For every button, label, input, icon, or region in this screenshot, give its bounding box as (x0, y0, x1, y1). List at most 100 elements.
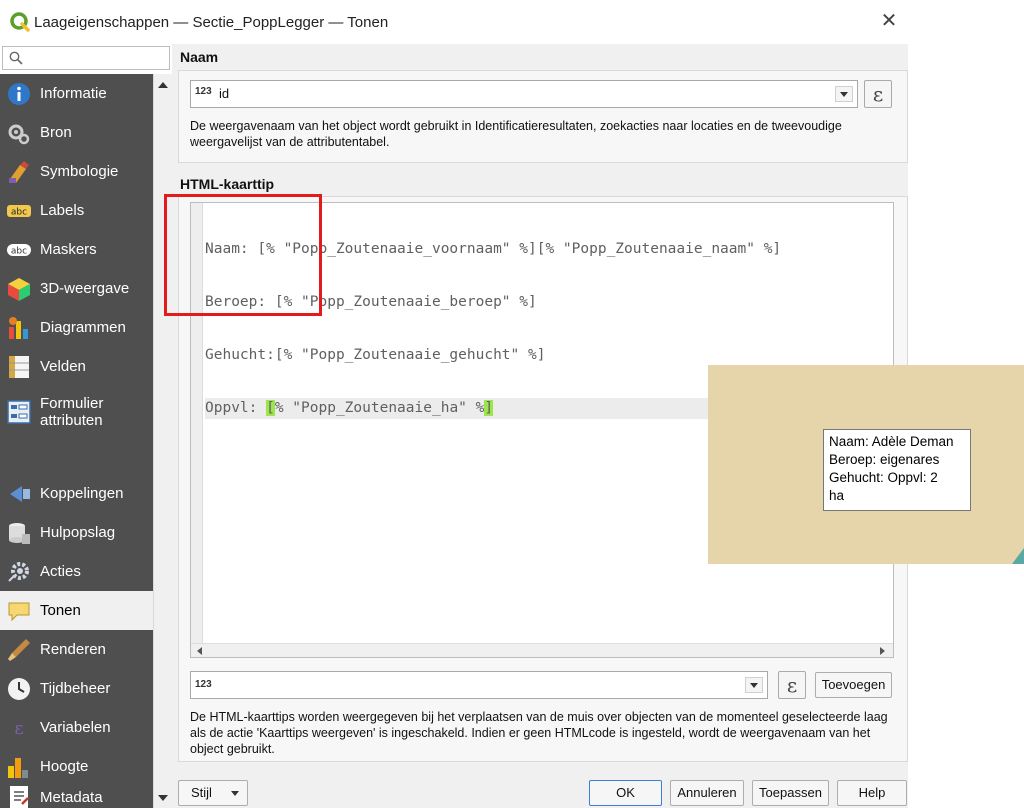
ok-button[interactable]: OK (589, 780, 662, 806)
html-expression-button[interactable]: ε (778, 671, 806, 699)
close-icon[interactable]: ✕ (878, 10, 900, 32)
sidebar: Informatie Bron Symbologie abc Labels ab… (0, 44, 172, 808)
labels-icon: abc (7, 204, 31, 217)
sidebar-item-label: Formulier attributen (40, 395, 104, 429)
elevation-icon (8, 757, 28, 778)
display-name-value: id (219, 86, 230, 101)
sidebar-item-metadata[interactable]: Metadata (0, 786, 153, 808)
window-title: Laageigenschappen — Sectie_PoppLegger — … (34, 14, 389, 31)
sidebar-item-3d-weergave[interactable]: 3D-weergave (0, 269, 153, 308)
sidebar-item-renderen[interactable]: Renderen (0, 630, 153, 669)
tooltip-line: Naam: Adèle Deman (829, 434, 954, 449)
sidebar-item-label: Metadata (40, 788, 103, 806)
tooltip-line: Beroep: eigenares (829, 452, 940, 467)
insert-button[interactable]: Toevoegen (815, 672, 892, 698)
scroll-down-icon[interactable] (158, 795, 168, 801)
sidebar-item-bron[interactable]: Bron (0, 113, 153, 152)
insert-field-combo[interactable]: 123 (190, 671, 768, 699)
sidebar-item-label: Renderen (40, 641, 106, 658)
sidebar-item-hoogte[interactable]: Hoogte (0, 747, 153, 786)
sidebar-item-tijdbeheer[interactable]: Tijdbeheer (0, 669, 153, 708)
chevron-down-icon[interactable] (745, 677, 763, 693)
sidebar-item-label: Labels (40, 202, 85, 219)
qgis-logo-icon (10, 12, 30, 32)
scroll-right-icon[interactable] (880, 647, 885, 655)
sidebar-item-koppelingen[interactable]: Koppelingen (0, 474, 153, 513)
source-icon (8, 124, 30, 144)
sidebar-item-symbologie[interactable]: Symbologie (0, 152, 153, 191)
code-line-4-text: Oppvl: [% "Popp_Zoutenaaie_ha" %] (205, 400, 494, 416)
help-button[interactable]: Help (837, 780, 907, 806)
editor-horizontal-scrollbar[interactable] (191, 643, 893, 657)
code-line-2: Beroep: [% "Popp_Zoutenaaie_beroep" %] (205, 294, 537, 310)
actions-icon (8, 561, 29, 582)
display-name-field-combo[interactable]: 123 id (190, 80, 858, 108)
map-tip-tooltip: Naam: Adèle Deman Beroep: eigenares Gehu… (823, 429, 971, 511)
sidebar-item-maskers[interactable]: abc Maskers (0, 230, 153, 269)
sidebar-scrollbar[interactable] (153, 74, 172, 808)
attributes-form-icon (7, 400, 31, 424)
apply-button[interactable]: Toepassen (752, 780, 829, 806)
temporal-icon (8, 677, 30, 700)
sidebar-item-label: Koppelingen (40, 485, 124, 502)
search-icon (9, 51, 23, 65)
naam-expression-button[interactable]: ε (864, 80, 892, 108)
diagrams-icon (9, 316, 28, 339)
variables-icon: ε (14, 718, 23, 739)
3d-view-icon (8, 277, 30, 301)
sidebar-item-informatie[interactable]: Informatie (0, 74, 153, 113)
sidebar-list: Informatie Bron Symbologie abc Labels ab… (0, 74, 153, 808)
cancel-button[interactable]: Annuleren (670, 780, 744, 806)
svg-text:abc: abc (11, 246, 27, 256)
sidebar-item-hulpopslag[interactable]: Hulpopslag (0, 513, 153, 552)
display-icon (8, 602, 30, 621)
field-type-badge: 123 (195, 86, 212, 97)
sidebar-item-label: Hulpopslag (40, 524, 116, 541)
editor-gutter (191, 203, 203, 643)
field-type-badge: 123 (195, 679, 212, 690)
scroll-left-icon[interactable] (197, 647, 202, 655)
sidebar-item-label: Acties (40, 563, 81, 580)
metadata-icon (10, 786, 29, 808)
html-tip-section-label: HTML-kaarttip (180, 176, 275, 192)
sidebar-item-label: Velden (40, 358, 86, 375)
chevron-down-icon[interactable] (835, 86, 853, 102)
tooltip-line: ha (829, 488, 845, 503)
fields-icon (9, 355, 29, 378)
masks-icon: abc (7, 243, 31, 256)
bracket-match-close: ] (484, 400, 494, 416)
naam-section-label: Naam (180, 49, 219, 65)
sidebar-item-acties[interactable]: Acties (0, 552, 153, 591)
sidebar-item-variabelen[interactable]: ε Variabelen (0, 708, 153, 747)
tooltip-line: Gehucht: Oppvl: 2 (829, 470, 938, 485)
symbology-icon (9, 160, 29, 183)
sidebar-item-tonen[interactable]: Tonen (0, 591, 153, 630)
sidebar-item-velden[interactable]: Velden (0, 347, 153, 386)
svg-text:ε: ε (14, 718, 23, 739)
sidebar-item-label: 3D-weergave (40, 280, 130, 297)
naam-help-text: De weergavenaam van het object wordt geb… (190, 119, 842, 149)
sidebar-item-label: Hoogte (40, 758, 89, 775)
rendering-icon (8, 638, 30, 661)
scroll-up-icon[interactable] (158, 82, 168, 88)
sidebar-item-formulier-attributen[interactable]: Formulier attributen (0, 386, 153, 438)
style-dropdown-button[interactable]: Stijl (178, 780, 248, 806)
title-bar: Laageigenschappen — Sectie_PoppLegger — … (0, 0, 908, 44)
sidebar-item-label: Bron (40, 124, 72, 141)
bracket-match-open: [ (266, 400, 275, 416)
sidebar-item-label: Maskers (40, 241, 97, 258)
map-feature-corner (1012, 548, 1024, 564)
svg-text:abc: abc (11, 207, 27, 217)
sidebar-search-input[interactable] (2, 46, 170, 70)
sidebar-item-label: Symbologie (40, 163, 119, 180)
code-line-1: Naam: [% "Popp_Zoutenaaie_voornaam" %][%… (205, 241, 782, 257)
sidebar-item-labels[interactable]: abc Labels (0, 191, 153, 230)
sidebar-item-diagrammen[interactable]: Diagrammen (0, 308, 153, 347)
joins-icon (10, 485, 30, 502)
sidebar-item-label: Informatie (40, 85, 107, 102)
sidebar-item-label: Variabelen (40, 719, 111, 736)
chevron-down-icon (231, 791, 239, 796)
sidebar-item-label: Tijdbeheer (40, 680, 111, 697)
html-tip-help-text: De HTML-kaarttips worden weergegeven bij… (190, 710, 888, 756)
info-icon (8, 82, 30, 105)
